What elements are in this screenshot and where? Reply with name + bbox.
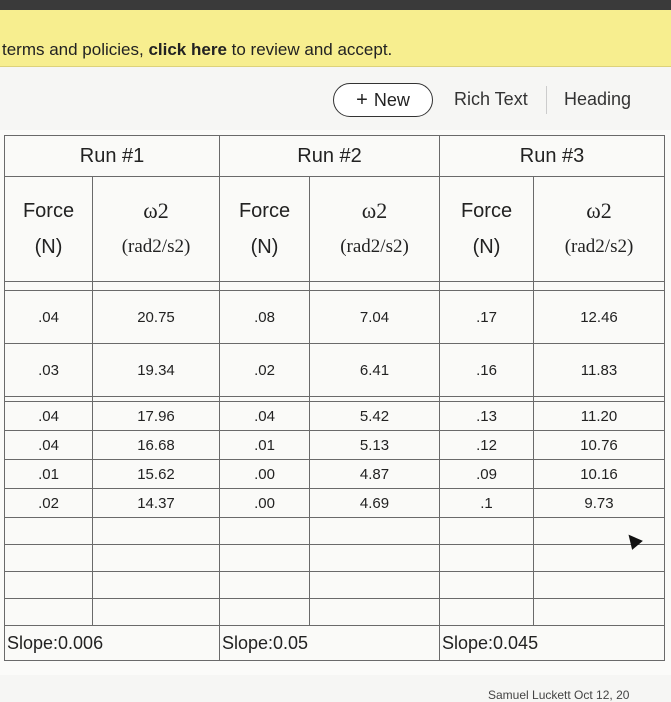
force-cell: .01 (219, 430, 310, 460)
omega-cell: 17.96 (92, 401, 220, 431)
omega-unit: (rad2/s2) (340, 236, 409, 257)
omega-cell: 6.41 (309, 343, 440, 397)
force-cell: .02 (219, 343, 310, 397)
run-3-header: Run #3 (439, 135, 665, 177)
data-table: Run #1 Run #2 Run #3 Force (N) ω2 (rad2/s2)… (4, 135, 665, 661)
force-label: Force (238, 200, 291, 222)
banner-text-before: terms and policies, (2, 40, 149, 59)
slope-run-3: Slope:0.045 (439, 625, 665, 661)
empty-row (4, 571, 665, 599)
force-cell: .01 (4, 459, 93, 489)
table-row: .03 19.34.02 6.41.16 11.83 (4, 343, 665, 397)
force-cell: .00 (219, 459, 310, 489)
force-cell: .04 (4, 401, 93, 431)
policy-banner: terms and policies, click here to review… (0, 10, 671, 67)
banner-text: terms and policies, click here to review… (2, 40, 392, 60)
table-row: .04 17.96.04 5.42.13 11.20 (4, 401, 665, 431)
omega-cell: 12.46 (533, 290, 665, 344)
force-column-header: Force (N) (439, 176, 534, 282)
omega-cell: 4.69 (309, 488, 440, 518)
column-label-row: Force (N) ω2 (rad2/s2) Force (N) ω2 (rad2/s2) Fo… (4, 176, 665, 282)
empty-row (4, 544, 665, 572)
slope-row: Slope:0.006 Slope:0.05 Slope:0.045 (4, 625, 665, 661)
table-row: .04 16.68.01 5.13.12 10.76 (4, 430, 665, 460)
omega-cell: 11.83 (533, 343, 665, 397)
force-cell: .04 (219, 401, 310, 431)
force-cell: .1 (439, 488, 534, 518)
rich-text-button[interactable]: Rich Text (454, 89, 528, 110)
omega-cell: 16.68 (92, 430, 220, 460)
omega-cell: 10.16 (533, 459, 665, 489)
new-button-label: New (373, 89, 410, 110)
table-row: .04 20.75.08 7.04.17 12.46 (4, 290, 665, 344)
force-cell: .02 (4, 488, 93, 518)
omega-squared-column-header: ω2 (rad2/s2) (92, 176, 220, 282)
force-unit: (N) (250, 236, 279, 258)
force-cell: .00 (219, 488, 310, 518)
omega-cell: 5.13 (309, 430, 440, 460)
new-button[interactable]: + New (333, 83, 433, 117)
slope-run-2: Slope:0.05 (219, 625, 440, 661)
force-cell: .16 (439, 343, 534, 397)
force-column-header: Force (N) (4, 176, 93, 282)
force-unit: (N) (472, 236, 501, 258)
table-row: .01 15.62.00 4.87.09 10.16 (4, 459, 665, 489)
force-cell: .03 (4, 343, 93, 397)
force-cell: .04 (4, 430, 93, 460)
banner-text-after: to review and accept. (226, 40, 393, 59)
omega-cell: 4.87 (309, 459, 440, 489)
click-here-link[interactable]: click here (148, 40, 226, 59)
force-cell: .12 (439, 430, 534, 460)
force-cell: .17 (439, 290, 534, 344)
force-cell: .08 (219, 290, 310, 344)
omega-cell: 19.34 (92, 343, 220, 397)
omega-unit: (rad2/s2) (121, 236, 191, 257)
run-2-header: Run #2 (219, 135, 440, 177)
top-bar (0, 0, 671, 10)
force-cell: .04 (4, 290, 93, 344)
force-cell: .13 (439, 401, 534, 431)
force-unit: (N) (34, 236, 63, 258)
omega-cell: 20.75 (92, 290, 220, 344)
omega-cell: 5.42 (309, 401, 440, 431)
force-label: Force (22, 200, 75, 222)
spacer-row (4, 281, 665, 291)
run-1-header: Run #1 (4, 135, 220, 177)
omega-cell: 10.76 (533, 430, 665, 460)
omega-squared-label: ω2 (361, 198, 388, 223)
plus-icon: + (356, 89, 368, 111)
omega-squared-column-header: ω2 (rad2/s2) (533, 176, 665, 282)
omega-squared-label: ω2 (143, 198, 169, 223)
omega-cell: 15.62 (92, 459, 220, 489)
force-label: Force (460, 200, 513, 222)
table-row: .02 14.37.00 4.69.1 9.73 (4, 488, 665, 518)
toolbar-divider (546, 86, 547, 114)
heading-dropdown[interactable]: Heading (564, 89, 631, 110)
empty-row (4, 598, 665, 626)
omega-squared-column-header: ω2 (rad2/s2) (309, 176, 440, 282)
omega-cell: 7.04 (309, 290, 440, 344)
omega-squared-label: ω2 (586, 198, 612, 223)
empty-row (4, 517, 665, 545)
omega-cell: 11.20 (533, 401, 665, 431)
run-header-row: Run #1 Run #2 Run #3 (4, 135, 665, 177)
omega-unit: (rad2/s2) (564, 236, 634, 257)
omega-cell: 14.37 (92, 488, 220, 518)
force-column-header: Force (N) (219, 176, 310, 282)
omega-cell: 9.73 (533, 488, 665, 518)
slope-run-1: Slope:0.006 (4, 625, 220, 661)
force-cell: .09 (439, 459, 534, 489)
